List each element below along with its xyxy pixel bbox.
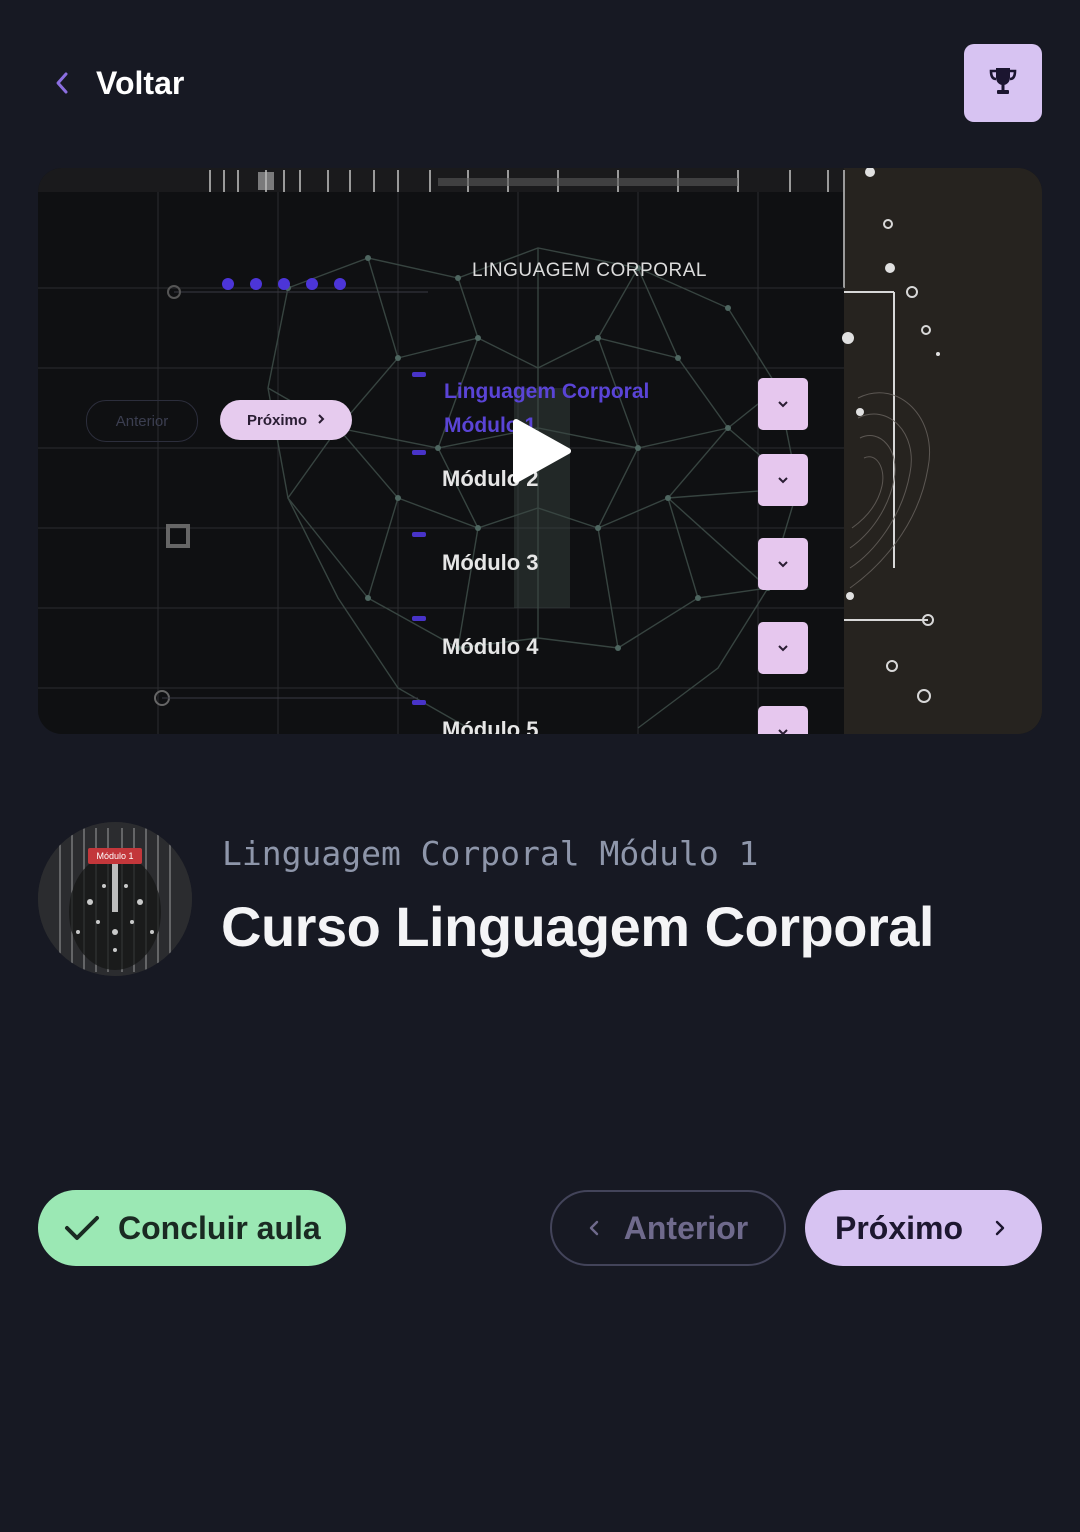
next-button[interactable]: Próximo <box>805 1190 1042 1266</box>
complete-lesson-label: Concluir aula <box>118 1209 321 1246</box>
complete-lesson-button[interactable]: Concluir aula <box>38 1190 346 1266</box>
course-title: Curso Linguagem Corporal <box>221 895 934 958</box>
chevron-right-icon <box>994 1219 1006 1237</box>
video-player[interactable]: LINGUAGEM CORPORAL Anterior Próximo Ling… <box>38 168 1042 734</box>
video-overlay-module-header-line1: Linguagem Corporal <box>444 380 650 403</box>
video-overlay-expand-icon <box>758 706 808 734</box>
back-label: Voltar <box>96 64 185 101</box>
video-overlay-next-label: Próximo <box>246 411 307 429</box>
lesson-info: Módulo 1 Linguagem Corporal Módulo 1 Cur… <box>38 820 1042 976</box>
video-overlay-expand-icon <box>758 378 808 430</box>
thumbnail-badge: Módulo 1 <box>96 851 134 861</box>
lesson-module-label: Linguagem Corporal Módulo 1 <box>222 834 759 873</box>
video-overlay-module-3: Módulo 3 <box>442 550 539 575</box>
chevron-left-icon <box>588 1219 600 1237</box>
previous-label: Anterior <box>623 1209 749 1246</box>
video-overlay-expand-icon <box>758 622 808 674</box>
video-overlay-expand-icon <box>758 538 808 590</box>
trophy-icon <box>986 64 1020 103</box>
trophy-button[interactable] <box>964 44 1042 122</box>
chevron-left-icon <box>42 44 82 122</box>
video-overlay-prev-button: Anterior <box>86 400 198 442</box>
play-icon[interactable] <box>510 418 572 484</box>
check-icon <box>64 1214 100 1242</box>
top-bar: Voltar <box>38 44 1042 122</box>
video-overlay-module-4: Módulo 4 <box>442 634 539 659</box>
video-overlay-expand-icon <box>758 454 808 506</box>
next-label: Próximo <box>835 1209 964 1246</box>
previous-button[interactable]: Anterior <box>550 1190 786 1266</box>
video-overlay-module-5: Módulo 5 <box>442 717 539 734</box>
lesson-thumbnail: Módulo 1 <box>38 822 192 976</box>
back-button[interactable]: Voltar <box>38 44 184 122</box>
chevron-right-icon <box>317 412 325 429</box>
video-overlay-title: LINGUAGEM CORPORAL <box>472 260 707 281</box>
video-overlay-next-button: Próximo <box>220 400 352 440</box>
